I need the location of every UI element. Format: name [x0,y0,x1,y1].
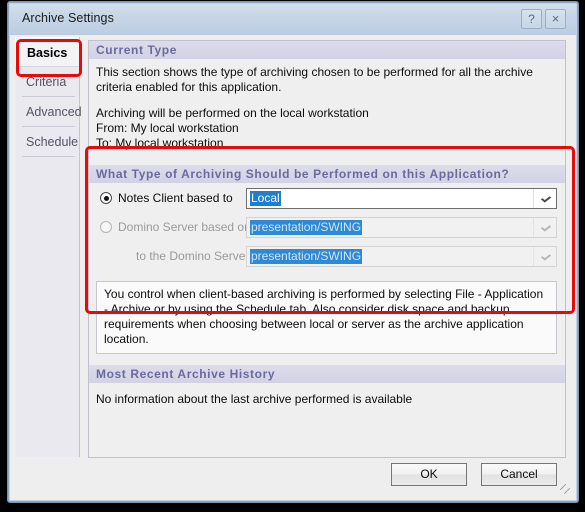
radio-notes-client-based[interactable] [100,192,112,204]
combo-divider [533,247,534,266]
current-type-section-header: Current Type [89,41,565,59]
option-label-to-domino-server: to the Domino Server [136,249,250,263]
current-type-description: This section shows the type of archiving… [96,65,533,94]
domino-server-target-value: presentation/SWING [250,249,363,264]
notes-client-target-value: Local [250,191,281,206]
domino-server-source-value: presentation/SWING [250,220,363,235]
combo-divider [533,218,534,237]
sidebar-item-basics[interactable]: Basics [15,37,79,67]
archive-settings-dialog: Archive Settings ? × Basics Criteria Adv… [8,2,578,502]
chevron-down-icon [540,252,552,261]
domino-server-target-dropdown: presentation/SWING [246,246,557,267]
sidebar-item-label: Criteria [26,75,67,89]
archive-history-text: No information about the last archive pe… [96,392,413,406]
current-type-section-body: This section shows the type of archiving… [89,59,565,155]
archive-info-text: You control when client-based archiving … [96,281,557,354]
sidebar-item-advanced[interactable]: Advanced [16,97,82,127]
option-row-notes-client: Notes Client based to Local [96,187,557,212]
archiving-from-line: From: My local workstation [96,121,239,135]
resize-grip-icon[interactable] [560,484,573,497]
archive-history-section: Most Recent Archive History No informati… [89,365,565,415]
archive-history-section-header: Most Recent Archive History [89,365,565,383]
title-bar: Archive Settings ? × [10,4,576,34]
domino-server-source-dropdown: presentation/SWING [246,217,557,238]
chevron-down-icon [540,223,552,232]
dialog-body: Basics Criteria Advanced Schedule Curren… [10,34,576,500]
option-row-to-domino-server: to the Domino Server presentation/SWING [96,245,557,270]
settings-content-panel: Current Type This section shows the type… [88,40,566,458]
radio-domino-server-based[interactable] [100,221,112,233]
option-label-notes-client: Notes Client based to [118,191,233,205]
option-row-domino-server: Domino Server based on presentation/SWIN… [96,216,557,241]
archive-type-section: What Type of Archiving Should be Perform… [89,165,565,354]
chevron-down-icon [540,194,552,203]
notes-client-target-dropdown[interactable]: Local [246,188,557,209]
sidebar-item-label: Basics [27,46,68,60]
sidebar-item-schedule[interactable]: Schedule [16,127,79,157]
cancel-button[interactable]: Cancel [481,463,557,486]
sidebar-item-criteria[interactable]: Criteria [16,67,79,97]
settings-tab-strip: Basics Criteria Advanced Schedule [15,37,82,457]
combo-divider [533,189,534,208]
archiving-to-line: To: My local workstation [96,136,224,150]
archiving-location-line: Archiving will be performed on the local… [96,106,369,120]
archive-type-section-header: What Type of Archiving Should be Perform… [89,165,565,183]
help-icon[interactable]: ? [521,9,542,29]
ok-button[interactable]: OK [391,463,467,486]
sidebar-item-label: Schedule [26,135,79,149]
option-label-domino-server: Domino Server based on [118,220,251,234]
close-icon[interactable]: × [545,9,566,29]
window-title: Archive Settings [22,11,114,25]
sidebar-item-label: Advanced [26,105,82,119]
